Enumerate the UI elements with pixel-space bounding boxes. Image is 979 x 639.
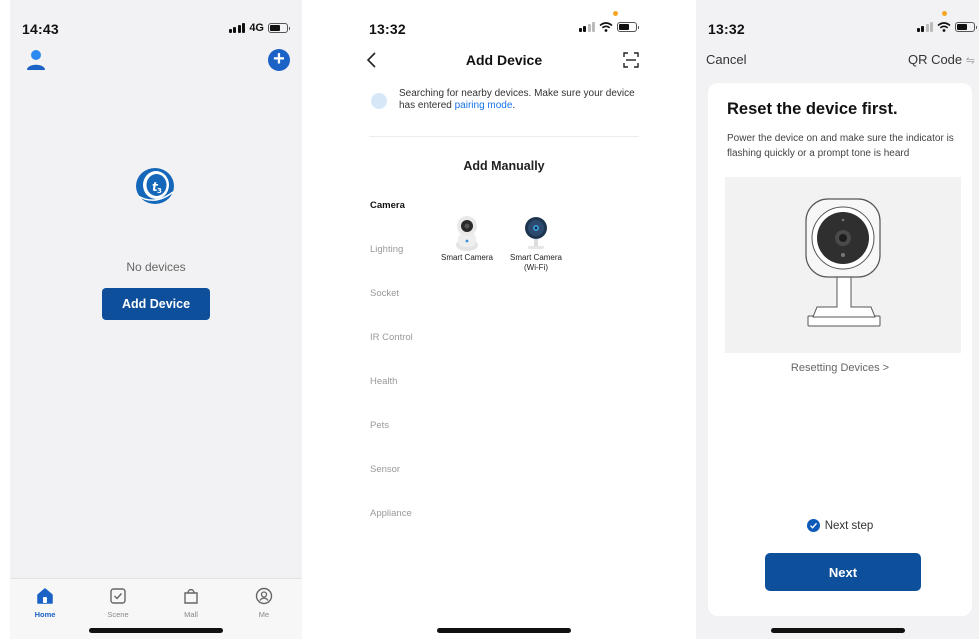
switch-icon: ⇋ bbox=[965, 55, 975, 67]
cellular-signal-icon bbox=[578, 22, 595, 32]
camera-illustration bbox=[725, 177, 961, 353]
cancel-button[interactable]: Cancel bbox=[706, 52, 746, 67]
battery-icon bbox=[268, 23, 290, 33]
divider bbox=[369, 136, 639, 137]
user-avatar-icon[interactable] bbox=[26, 49, 46, 71]
tab-scene[interactable]: Scene bbox=[93, 587, 143, 619]
privacy-indicator bbox=[942, 11, 947, 16]
svg-text:3: 3 bbox=[157, 187, 162, 195]
category-pets[interactable]: Pets bbox=[370, 420, 389, 431]
product-label: Smart Camera bbox=[440, 253, 493, 262]
category-health[interactable]: Health bbox=[370, 376, 397, 387]
next-step-confirm: Next step bbox=[708, 519, 972, 532]
home-screen: 14:43 4G + t 3 No devices Add Device Hom… bbox=[10, 0, 302, 639]
status-bar: 13:32 bbox=[696, 0, 979, 44]
cellular-signal-icon bbox=[228, 23, 246, 33]
next-button[interactable]: Next bbox=[765, 553, 921, 591]
add-device-button[interactable]: Add Device bbox=[102, 288, 210, 320]
tab-home[interactable]: Home bbox=[20, 587, 70, 619]
category-camera[interactable]: Camera bbox=[370, 200, 405, 211]
category-appliance[interactable]: Appliance bbox=[370, 508, 412, 519]
search-status: Searching for nearby devices. Make sure … bbox=[371, 88, 643, 111]
reset-description: Power the device on and make sure the in… bbox=[727, 133, 954, 159]
pairing-mode-link[interactable]: pairing mode bbox=[455, 100, 513, 111]
category-ir-control[interactable]: IR Control bbox=[370, 332, 413, 343]
tab-mall[interactable]: Mall bbox=[166, 587, 216, 619]
wifi-camera-icon bbox=[525, 217, 547, 249]
tab-scene-label: Scene bbox=[107, 610, 129, 619]
empty-state-text: No devices bbox=[126, 260, 186, 274]
plus-circle-icon[interactable]: + bbox=[268, 49, 290, 71]
product-smart-camera[interactable]: Smart Camera bbox=[434, 209, 500, 263]
profile-icon bbox=[255, 587, 273, 605]
qr-code-button[interactable]: QR Code ⇋ bbox=[908, 52, 975, 67]
reset-title: Reset the device first. bbox=[727, 100, 898, 118]
home-indicator bbox=[89, 628, 223, 633]
smart-camera-icon bbox=[456, 216, 478, 251]
reset-card: Reset the device first. Power the device… bbox=[708, 83, 972, 616]
add-device-screen: 13:32 Add Device Searching for nearby de… bbox=[357, 0, 651, 639]
category-sensor[interactable]: Sensor bbox=[370, 464, 400, 475]
category-socket[interactable]: Socket bbox=[370, 288, 399, 299]
tab-mall-label: Mall bbox=[184, 610, 198, 619]
wifi-icon bbox=[937, 22, 951, 32]
status-time: 13:32 bbox=[369, 21, 406, 37]
shopping-bag-icon bbox=[184, 588, 198, 604]
battery-icon bbox=[617, 22, 639, 32]
tab-home-label: Home bbox=[34, 610, 56, 619]
page-title: Add Device bbox=[465, 52, 543, 68]
wifi-icon bbox=[599, 22, 613, 32]
search-note-text: Searching for nearby devices. Make sure … bbox=[399, 88, 635, 111]
privacy-indicator bbox=[613, 11, 618, 16]
resetting-devices-link[interactable]: Resetting Devices > bbox=[708, 362, 972, 374]
reset-device-screen: 13:32 Cancel QR Code ⇋ Reset the device … bbox=[696, 0, 979, 639]
scene-check-icon bbox=[110, 588, 126, 604]
next-step-label: Next step bbox=[824, 519, 874, 532]
status-time: 14:43 bbox=[22, 21, 59, 37]
brand-logo: t 3 bbox=[136, 168, 174, 204]
home-indicator bbox=[437, 628, 571, 633]
searching-spinner-icon bbox=[371, 93, 387, 109]
network-type: 4G bbox=[249, 22, 264, 34]
check-circle-icon[interactable] bbox=[806, 519, 820, 532]
qr-code-label: QR Code bbox=[907, 52, 963, 67]
cellular-signal-icon bbox=[916, 22, 933, 32]
tab-me[interactable]: Me bbox=[239, 587, 289, 619]
battery-icon bbox=[955, 22, 977, 32]
status-time: 13:32 bbox=[708, 21, 745, 37]
product-smart-camera-wifi[interactable]: Smart Camera (Wi-Fi) bbox=[503, 209, 569, 272]
scan-icon[interactable] bbox=[623, 52, 639, 68]
home-indicator bbox=[770, 628, 905, 633]
status-bar: 13:32 bbox=[357, 0, 651, 44]
status-bar: 14:43 4G bbox=[10, 0, 302, 44]
indoor-camera-image bbox=[805, 198, 881, 327]
product-label: Smart Camera (Wi-Fi) bbox=[509, 253, 562, 272]
tab-me-label: Me bbox=[258, 610, 270, 619]
category-lighting[interactable]: Lighting bbox=[370, 244, 403, 255]
section-title: Add Manually bbox=[463, 159, 545, 173]
home-icon bbox=[37, 588, 53, 604]
